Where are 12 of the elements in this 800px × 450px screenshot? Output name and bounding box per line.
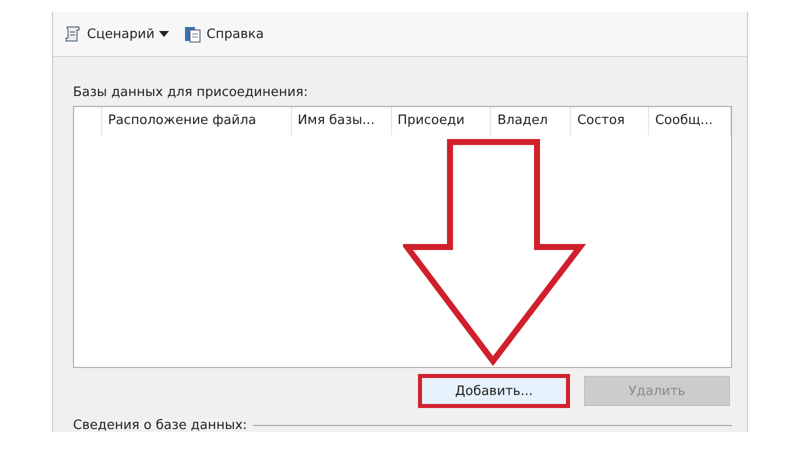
toolbar-button[interactable]: Справка bbox=[180, 22, 266, 46]
document-icon bbox=[182, 24, 203, 44]
column-header[interactable]: Состоя bbox=[571, 107, 650, 135]
column-header[interactable]: Владел bbox=[491, 107, 572, 135]
column-header[interactable]: Имя базы... bbox=[292, 107, 392, 135]
section-label: Сведения о базе данных: bbox=[73, 418, 248, 433]
column-header[interactable]: Присоеди bbox=[392, 107, 492, 135]
column-header[interactable]: Сообщ... bbox=[649, 107, 731, 135]
dialog-button[interactable]: Добавить... bbox=[418, 374, 570, 408]
toolbar-button[interactable]: Сценарий bbox=[61, 22, 171, 46]
section-label: Базы данных для присоединения: bbox=[73, 85, 309, 100]
column-header[interactable]: Расположение файла bbox=[102, 107, 292, 135]
